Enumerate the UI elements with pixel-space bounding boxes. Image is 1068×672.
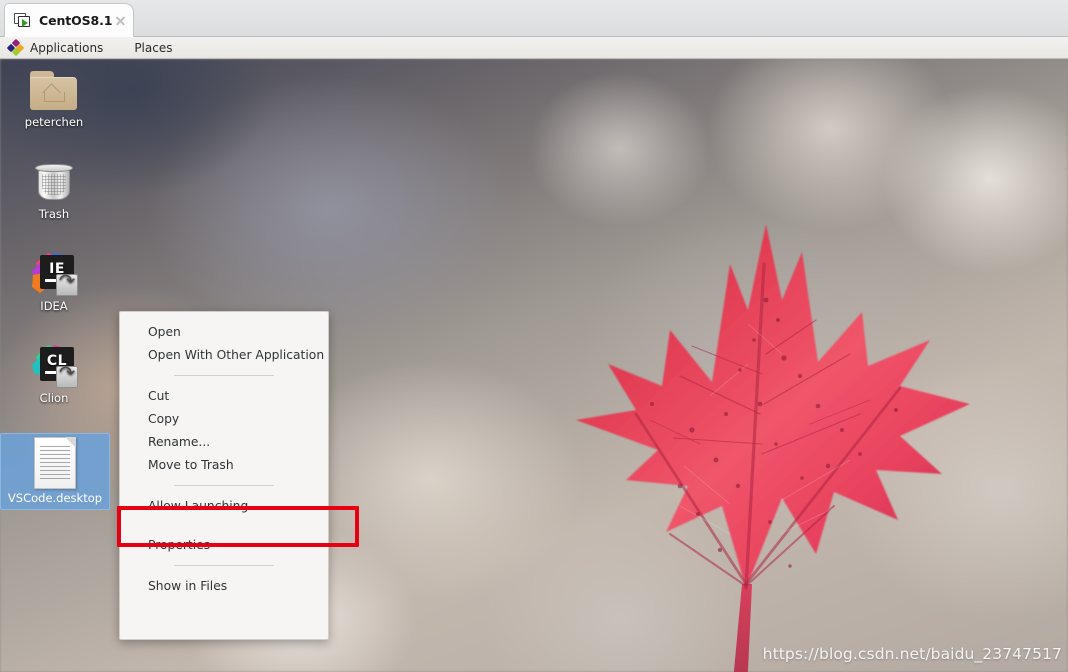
clion-launcher-icon: CL xyxy=(30,341,78,389)
menu-item-allow-launching[interactable]: Allow Launching xyxy=(120,495,328,518)
menu-applications[interactable]: Applications xyxy=(30,41,116,55)
vm-screen-play-icon xyxy=(14,12,32,29)
intellij-idea-launcher-icon: IE xyxy=(30,249,78,297)
desktop-icon-label: Clion xyxy=(39,391,69,405)
menu-separator xyxy=(174,565,274,566)
close-icon[interactable] xyxy=(112,13,127,29)
desktop-icon-vscode-desktop[interactable]: VSCode.desktop xyxy=(0,433,110,510)
desktop-icon-clion[interactable]: CL Clion xyxy=(0,341,108,405)
centos-logo-icon xyxy=(6,38,25,57)
desktop-icon-label: peterchen xyxy=(24,115,84,129)
menu-item-move-to-trash[interactable]: Move to Trash xyxy=(120,454,328,477)
menu-places[interactable]: Places xyxy=(134,41,185,55)
vmware-window: CentOS8.1 Applications Places peterchen … xyxy=(0,0,1068,672)
menu-item-open-with-other-application[interactable]: Open With Other Application xyxy=(120,344,328,367)
menu-item-properties[interactable]: Properties xyxy=(120,534,328,557)
file-context-menu[interactable]: Open Open With Other Application Cut Cop… xyxy=(119,311,329,640)
menu-item-open[interactable]: Open xyxy=(120,321,328,344)
vm-tab-title: CentOS8.1 xyxy=(39,13,113,28)
menu-separator xyxy=(174,375,274,376)
menu-item-cut[interactable]: Cut xyxy=(120,385,328,408)
menu-separator xyxy=(174,485,274,486)
menu-item-copy[interactable]: Copy xyxy=(120,408,328,431)
menu-item-show-in-files[interactable]: Show in Files xyxy=(120,575,328,598)
launcher-arrow-icon xyxy=(56,274,78,296)
desktop-icon-label: IDEA xyxy=(40,299,68,313)
desktop-icon-home-folder[interactable]: peterchen xyxy=(0,69,108,129)
home-folder-icon xyxy=(29,69,79,113)
text-document-icon xyxy=(34,437,76,489)
desktop-icon-label: Trash xyxy=(38,207,70,221)
watermark-url: https://blog.csdn.net/baidu_23747517 xyxy=(762,645,1062,663)
launcher-arrow-icon xyxy=(56,366,78,388)
desktop-icon-label: VSCode.desktop xyxy=(7,491,103,505)
vm-tab-centos[interactable]: CentOS8.1 xyxy=(4,3,134,37)
gnome-top-panel: Applications Places xyxy=(0,37,1068,59)
menu-item-rename[interactable]: Rename... xyxy=(120,431,328,454)
trash-can-icon xyxy=(32,161,76,205)
desktop-icon-trash[interactable]: Trash xyxy=(0,161,108,221)
desktop-icon-idea[interactable]: IE IDEA xyxy=(0,249,108,313)
vm-tab-bar: CentOS8.1 xyxy=(0,0,1068,37)
